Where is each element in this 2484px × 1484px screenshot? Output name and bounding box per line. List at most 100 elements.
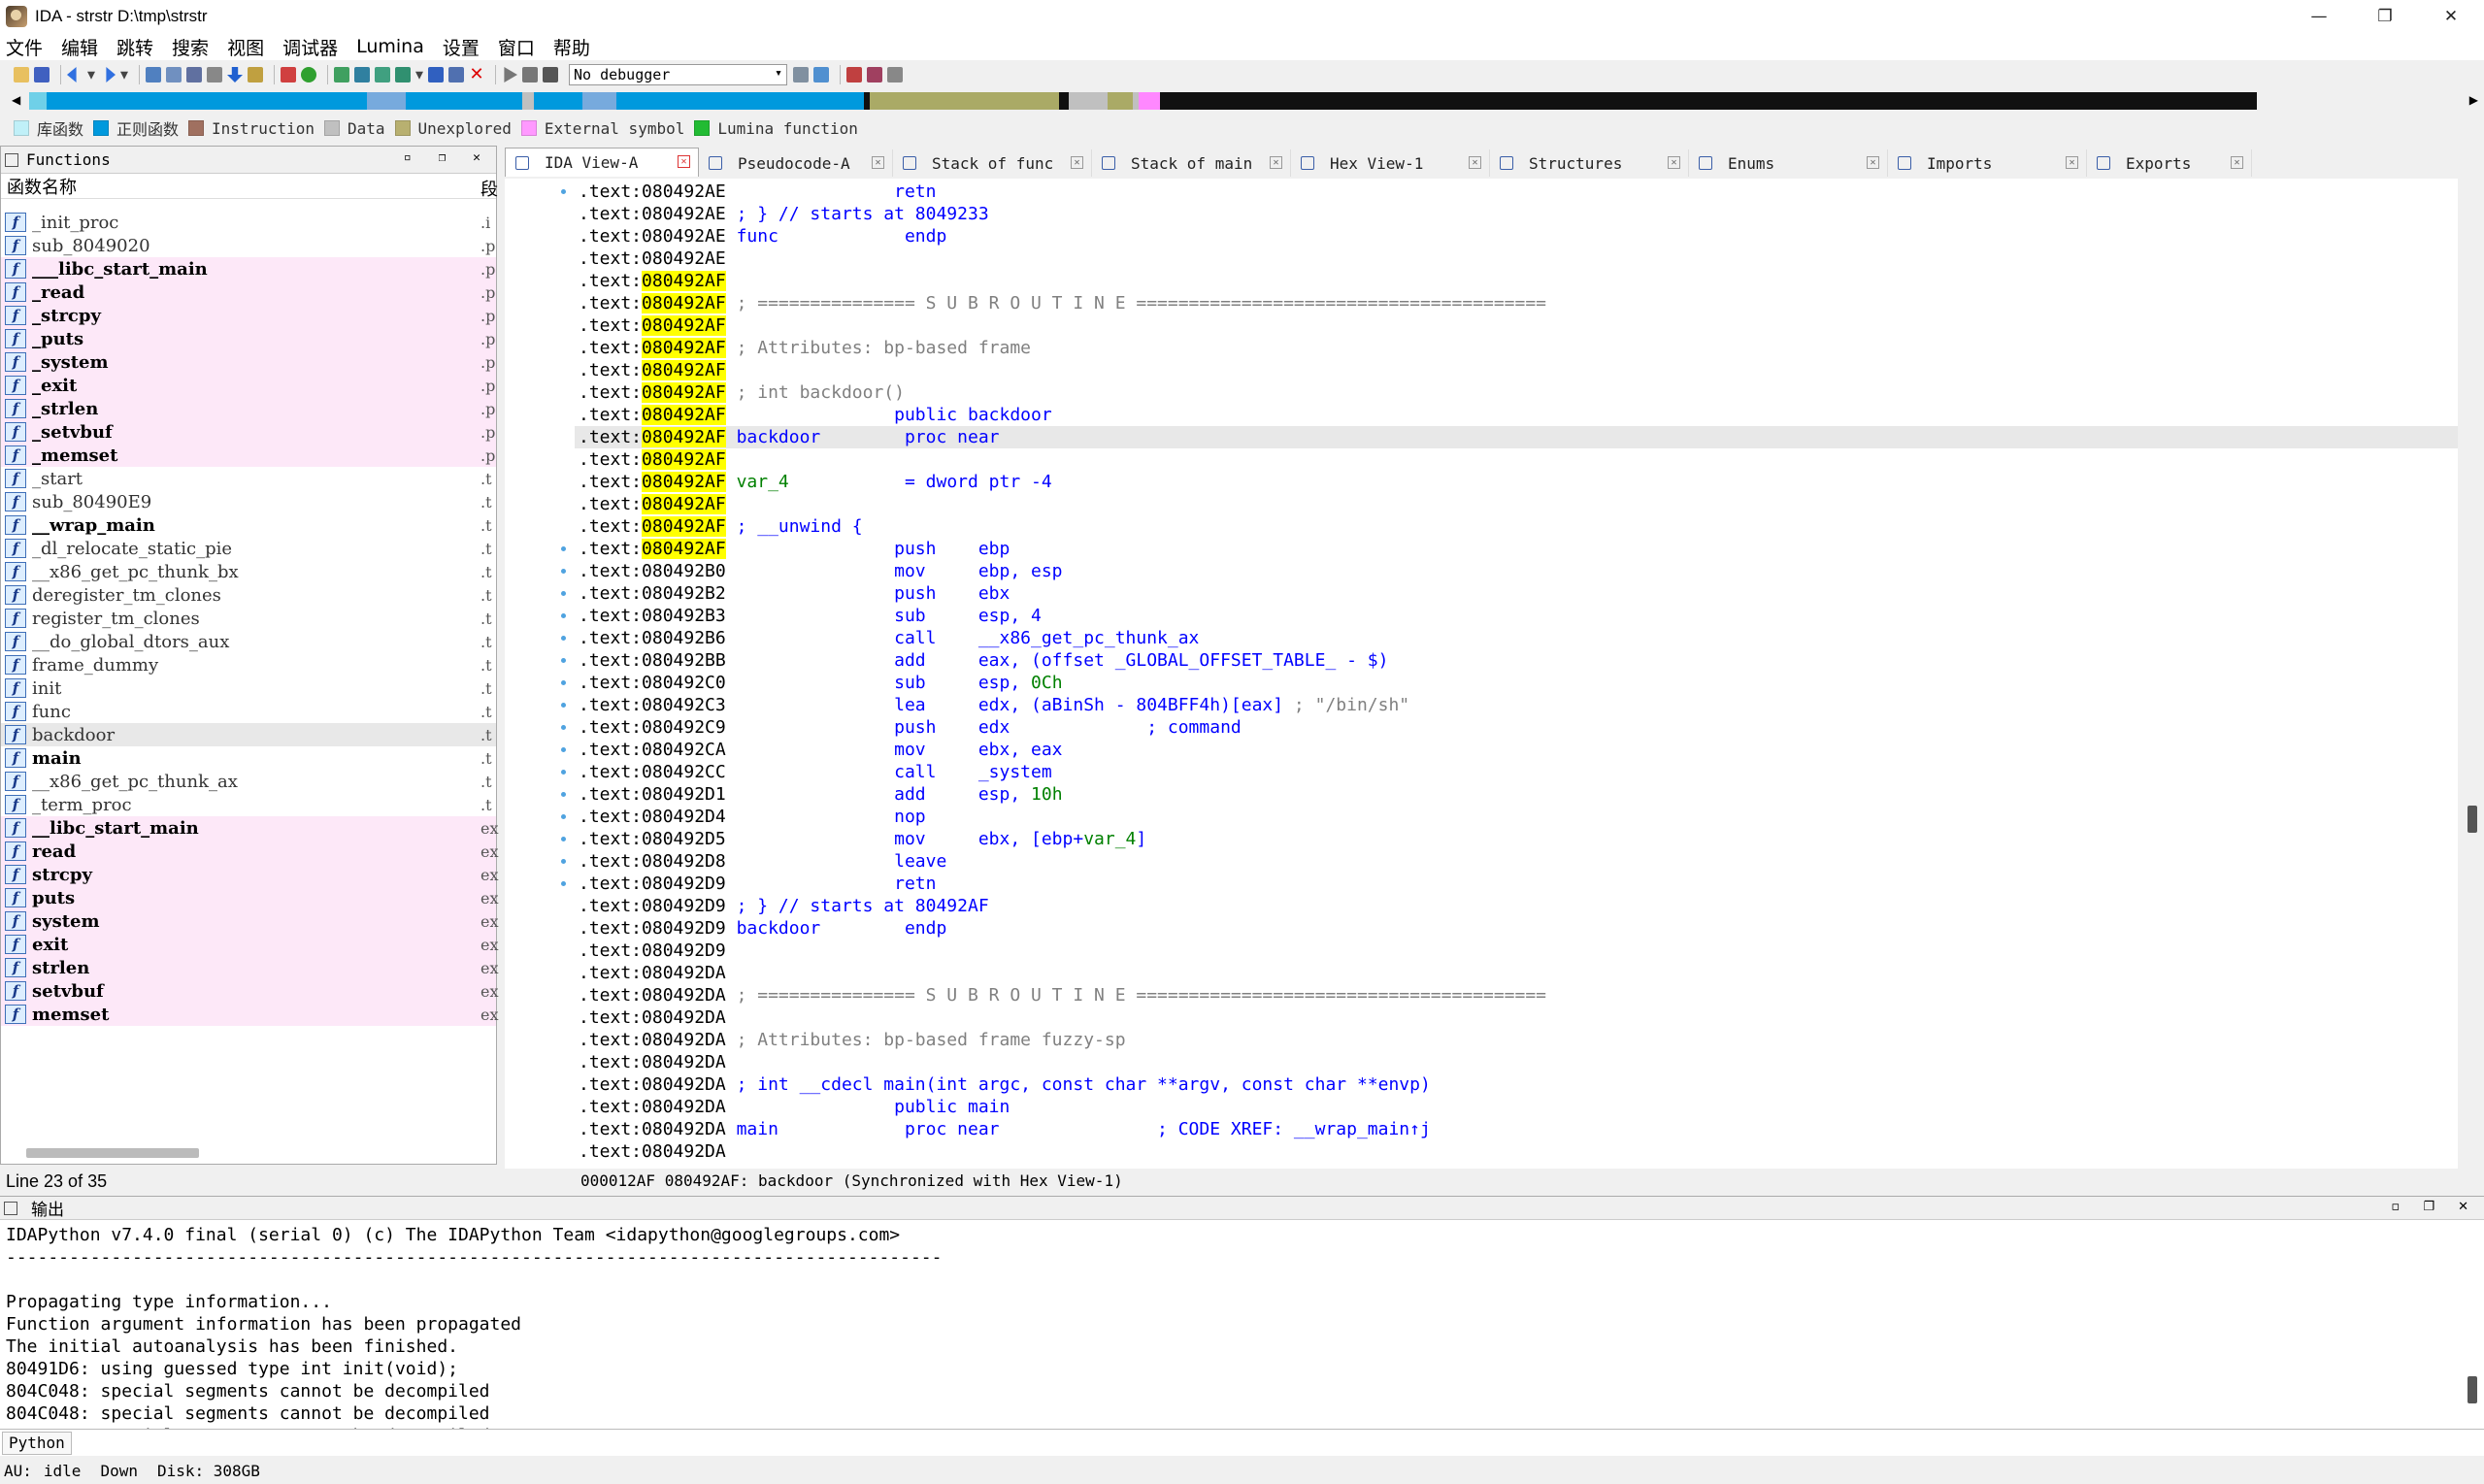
tab-pseudocode-a[interactable]: Pseudocode-A ✕ (699, 149, 893, 177)
close-button[interactable]: ✕ (2418, 0, 2484, 33)
panel-controls[interactable]: ▫ ❐ ✕ (2391, 1200, 2478, 1214)
nav-segment[interactable] (870, 92, 1059, 110)
minimize-button[interactable]: — (2286, 0, 2352, 33)
jump-down-icon[interactable] (227, 67, 243, 82)
tab-hex-view-1[interactable]: Hex View-1 ✕ (1291, 149, 1490, 177)
make-string-icon[interactable] (375, 67, 390, 82)
chevron-down-icon[interactable] (415, 71, 423, 80)
disasm-address[interactable]: 080492AF (642, 494, 726, 514)
make-array-icon[interactable] (395, 67, 411, 82)
menu-item[interactable]: 搜索 (172, 34, 209, 60)
tab-close-icon[interactable]: ✕ (2231, 156, 2243, 169)
disasm-line[interactable]: .text:080492C9 push edx ; command (579, 716, 1242, 739)
disasm-line[interactable]: .text:080492D4 nop (579, 806, 926, 828)
make-data-icon[interactable] (354, 67, 370, 82)
function-row[interactable]: f _start .t (1, 467, 496, 490)
function-row[interactable]: f __libc_start_main ex (1, 816, 499, 840)
nav-segment[interactable] (582, 92, 616, 110)
function-row[interactable]: f _exit .p (1, 374, 496, 397)
nav-right-icon[interactable]: ▶ (2469, 93, 2478, 107)
disasm-address[interactable]: 080492DA (642, 1141, 726, 1162)
tab-imports[interactable]: Imports ✕ (1888, 149, 2087, 177)
make-code-icon[interactable] (334, 67, 349, 82)
nav-segment[interactable] (1069, 92, 1108, 110)
open-file-icon[interactable] (14, 67, 29, 82)
disasm-address[interactable]: 080492AF (642, 539, 726, 559)
disasm-address[interactable]: 080492AE (642, 226, 726, 247)
script-icon[interactable] (248, 67, 263, 82)
nav-color-strip[interactable] (29, 92, 2464, 110)
nav-segment[interactable] (522, 92, 534, 110)
disasm-line[interactable]: .text:080492C3 lea edx, (aBinSh - 804BFF… (579, 694, 1409, 716)
disasm-line[interactable]: .text:080492AF (579, 314, 726, 337)
function-row[interactable]: f read ex (1, 840, 499, 863)
debug-step-icon[interactable] (793, 67, 809, 82)
disasm-line[interactable]: .text:080492D9 retn (579, 873, 936, 895)
pin-icon[interactable] (428, 67, 444, 82)
disasm-address[interactable]: 080492AF (642, 338, 726, 358)
menu-item[interactable]: 设置 (443, 34, 480, 60)
disasm-address[interactable]: 080492DA (642, 1074, 726, 1095)
disasm-line[interactable]: .text:080492AF backdoor proc near (575, 426, 2458, 448)
horizontal-scrollbar[interactable] (26, 1148, 199, 1158)
function-row[interactable]: f func .t (1, 700, 496, 723)
disasm-line[interactable]: .text:080492D5 mov ebx, [ebp+var_4] (579, 828, 1146, 850)
nav-segment[interactable] (1059, 92, 1069, 110)
function-row[interactable]: f init .t (1, 676, 496, 700)
disasm-line[interactable]: .text:080492AE (579, 247, 726, 270)
disasm-address[interactable]: 080492D8 (642, 851, 726, 872)
disasm-line[interactable]: .text:080492AE retn (579, 181, 936, 203)
maximize-button[interactable]: ❐ (2352, 0, 2418, 33)
function-row[interactable]: f exit ex (1, 933, 499, 956)
disasm-address[interactable]: 080492AE (642, 248, 726, 269)
disasm-line[interactable]: .text:080492DA (579, 1140, 726, 1163)
menu-item[interactable]: 调试器 (282, 34, 338, 60)
functions-column-header[interactable]: 函数名称 段 (1, 174, 498, 200)
menu-item[interactable]: 跳转 (116, 34, 153, 60)
disasm-address[interactable]: 080492D9 (642, 940, 726, 961)
disasm-address[interactable]: 080492D5 (642, 829, 726, 849)
disasm-line[interactable]: .text:080492DA (579, 1051, 726, 1073)
disasm-address[interactable]: 080492AE (642, 181, 726, 202)
pause-icon[interactable] (522, 67, 538, 82)
disasm-line[interactable]: .text:080492AF (579, 448, 726, 471)
disasm-line[interactable]: .text:080492DA public main (579, 1096, 1010, 1118)
navigation-band[interactable]: ◀ ▶ (0, 89, 2484, 113)
function-row[interactable]: f _memset .p (1, 444, 496, 467)
function-row[interactable]: f memset ex (1, 1003, 499, 1026)
disasm-line[interactable]: .text:080492D9 (579, 940, 726, 962)
function-row[interactable]: f __x86_get_pc_thunk_bx .t (1, 560, 496, 583)
breakpoint-icon[interactable] (846, 67, 862, 82)
tab-close-icon[interactable]: ✕ (1071, 156, 1083, 169)
function-row[interactable]: f register_tm_clones .t (1, 607, 496, 630)
disasm-address[interactable]: 080492C3 (642, 695, 726, 715)
function-row[interactable]: f backdoor .t (1, 723, 496, 746)
disasm-line[interactable]: .text:080492AF ; __unwind { (579, 515, 863, 538)
disasm-line[interactable]: .text:080492AF (579, 359, 726, 381)
function-row[interactable]: f strlen ex (1, 956, 499, 979)
function-row[interactable]: f _puts .p (1, 327, 496, 350)
disasm-address[interactable]: 080492DA (642, 1007, 726, 1028)
nav-segment[interactable] (406, 92, 522, 110)
disasm-address[interactable]: 080492D9 (642, 918, 726, 939)
disasm-line[interactable]: .text:080492BB add eax, (offset _GLOBAL_… (579, 649, 1388, 672)
function-row[interactable]: f _term_proc .t (1, 793, 496, 816)
disasm-address[interactable]: 080492AF (642, 449, 726, 470)
function-row[interactable]: f strcpy ex (1, 863, 499, 886)
disasm-address[interactable]: 080492C0 (642, 673, 726, 693)
disasm-line[interactable]: .text:080492CC call _system (579, 761, 1052, 783)
disasm-address[interactable]: 080492AF (642, 315, 726, 336)
disasm-address[interactable]: 080492DA (642, 1030, 726, 1050)
disasm-line[interactable]: .text:080492DA ; Attributes: bp-based fr… (579, 1029, 1126, 1051)
stop-icon[interactable] (543, 67, 558, 82)
function-row[interactable]: f _strcpy .p (1, 304, 496, 327)
disasm-line[interactable]: .text:080492B2 push ebx (579, 582, 1010, 605)
function-row[interactable]: f _dl_relocate_static_pie .t (1, 537, 496, 560)
chevron-down-icon[interactable] (120, 71, 128, 80)
search-text-icon[interactable] (186, 67, 202, 82)
function-row[interactable]: f puts ex (1, 886, 499, 909)
col-function-name[interactable]: 函数名称 (7, 174, 77, 199)
function-row[interactable]: f sub_80490E9 .t (1, 490, 496, 513)
disasm-line[interactable]: .text:080492CA mov ebx, eax (579, 739, 1063, 761)
tab-enums[interactable]: Enums ✕ (1689, 149, 1888, 177)
